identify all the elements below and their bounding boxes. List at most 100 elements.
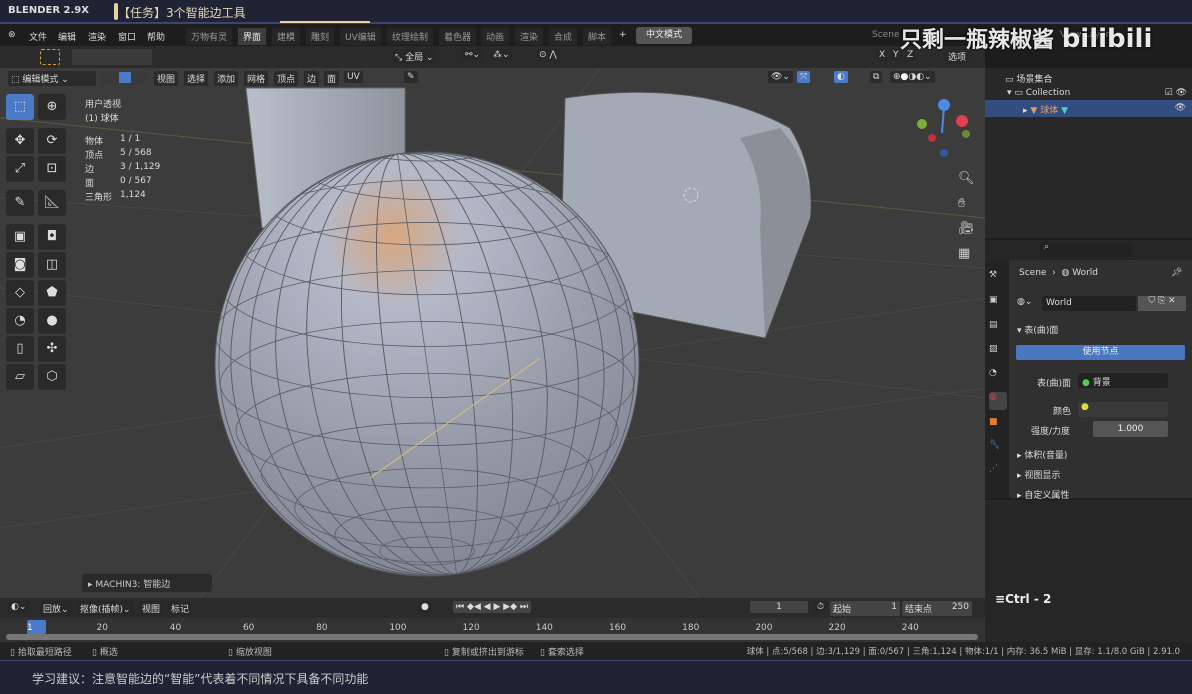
edge-slide-tool-icon[interactable]: ▯ [6,336,34,362]
keying-menu[interactable]: 抠像(插帧)⌄ [77,601,134,616]
end-frame-field[interactable]: 结束点 250 [902,601,972,616]
blender-logo-icon[interactable]: ⊛ [8,30,16,40]
smooth-tool-icon[interactable]: ● [38,308,66,334]
pin-icon[interactable]: 📌︎ [1171,268,1182,278]
playback-controls[interactable]: ⏮ ◆◀ ◀ ▶ ▶◆ ⏭ [453,601,532,613]
use-nodes-button[interactable]: 使用节点 [1016,345,1185,360]
stopwatch-icon[interactable]: ⏱ [814,601,828,613]
editor-type-icon[interactable]: ◐⌄ [8,601,30,613]
tab-modeling[interactable]: 建模 [272,28,301,45]
knife-tool-icon[interactable]: ◇ [6,280,34,306]
particles-tab-icon[interactable]: ⋰ [989,464,1007,482]
shear-tool-icon[interactable]: ▱ [6,364,34,390]
select-mode-toggle[interactable] [100,71,146,86]
poly-build-tool-icon[interactable]: ⬟ [38,280,66,306]
rip-tool-icon[interactable]: ⬡ [38,364,66,390]
strength-field[interactable]: 1.000 [1093,421,1168,437]
xray-icon[interactable]: ⧉ [870,71,883,83]
extrude-tool-icon[interactable]: ▣ [6,224,34,250]
select-tool-icon[interactable] [40,49,60,65]
select-mode-buttons[interactable] [72,49,152,65]
world-tab-icon[interactable]: ◍ [989,392,1007,410]
start-frame-field[interactable]: 起始 1 [830,601,900,616]
scale-tool-icon[interactable]: ⤢ [6,156,34,182]
snap-icon[interactable]: ⁂⌄ [490,49,513,61]
tab-workspace[interactable]: 万物有灵 [186,28,233,45]
pivot-icon[interactable]: ⚯⌄ [462,49,484,61]
volume-panel[interactable]: ▸ 体积(音量) [1017,448,1067,461]
tab-layout[interactable]: 界面 [238,28,267,45]
timeline[interactable]: 1 20 40 60 80 100 120 140 160 180 200 220 240 [0,618,985,642]
annotate-tool-icon[interactable]: ✎ [6,190,34,216]
tab-texture-paint[interactable]: 纹理绘制 [387,28,434,45]
spin-tool-icon[interactable]: ◔ [6,308,34,334]
modifier-tab-icon[interactable]: 🔧︎ [989,440,1007,458]
output-tab-icon[interactable]: ▤ [989,320,1007,338]
move-tool-icon[interactable]: ✥ [6,128,34,154]
inset-tool-icon[interactable]: ◘ [38,224,66,250]
render-tab-icon[interactable]: ▣ [989,295,1007,313]
visibility-icon[interactable]: 👁︎⌄ [768,71,793,83]
scene-tab-icon[interactable]: ◔ [989,368,1007,386]
current-frame-field[interactable]: 1 [750,601,808,613]
shrink-fatten-tool-icon[interactable]: ✣ [38,336,66,362]
menu-edit[interactable]: 编辑 [58,30,76,43]
record-button[interactable]: ● [418,601,432,613]
proportional-edit-icon[interactable]: ⊙ ⋀ [536,49,560,61]
eyedropper-icon[interactable]: ✎ [404,71,418,83]
tool-tab-icon[interactable]: ⚒ [989,270,1007,288]
overlay-toggle-icon[interactable]: ◐ [834,71,848,83]
gizmo-toggle-icon[interactable]: ⤧ [797,71,811,83]
view-layer-tab-icon[interactable]: ▨ [989,344,1007,362]
mode-dropdown[interactable]: ⬚ 编辑模式 ⌄ [8,71,96,86]
world-selector-icon[interactable]: ◍⌄ [1017,297,1032,307]
world-actions[interactable]: ⛉ ⎘ ✕ [1138,296,1186,311]
cursor-tool-icon[interactable]: ⊕ [38,94,66,120]
menu-view[interactable]: 视图 [154,71,179,86]
transform-tool-icon[interactable]: ⊡ [38,156,66,182]
world-name-field[interactable]: World [1042,296,1136,311]
menu-face[interactable]: 面 [324,71,340,86]
outliner-scene-collection[interactable]: ▭ 场景集合 [1005,72,1052,85]
color-field[interactable]: ● [1078,402,1168,417]
tab-animation[interactable]: 动画 [481,28,510,45]
menu-file[interactable]: 文件 [29,30,47,43]
menu-help[interactable]: 帮助 [147,30,165,43]
transform-orientation-dropdown[interactable]: ⤡ 全局 ⌄ [392,49,437,64]
measure-tool-icon[interactable]: 📐︎ [38,190,66,216]
add-workspace-button[interactable]: + [619,30,627,40]
viewport-nav-icons[interactable]: 🔍︎ ✋︎ 🎥︎ ▦ [958,166,975,266]
menu-add[interactable]: 添加 [214,71,239,86]
viewport-display-panel[interactable]: ▸ 视图显示 [1017,468,1060,481]
tab-sculpting[interactable]: 雕刻 [306,28,335,45]
last-operator-panel[interactable]: ▸ MACHIN3: 智能边 [82,574,212,592]
object-tab-icon[interactable]: ■ [989,417,1007,435]
bevel-tool-icon[interactable]: ◙ [6,252,34,278]
timeline-view-menu[interactable]: 视图 [139,601,164,616]
3d-viewport[interactable]: 用户透视 (1) 球体 物体 1 / 1 顶点 5 / 568 边 3 / 1,129 面 0… [0,68,985,598]
outliner-object-sphere[interactable]: ▸ ▼ 球体 ▼ 👁︎ [985,100,1192,117]
timeline-scrollbar[interactable] [6,634,978,640]
scene-selector[interactable]: Scene [872,30,899,40]
shading-mode-icons[interactable]: ⊕●◑◐⌄ [890,71,935,83]
playback-menu[interactable]: 回放⌄ [40,601,72,616]
outliner-collection[interactable]: ▾ ▭ Collection ☑ 👁︎ [1007,88,1187,98]
surface-panel-header[interactable]: ▾ 表(曲)面 [1017,323,1058,336]
loop-cut-tool-icon[interactable]: ◫ [38,252,66,278]
surface-shader-field[interactable]: ● 背景 [1078,373,1168,388]
mirror-x[interactable]: X [876,49,889,61]
menu-uv[interactable]: UV [344,71,363,83]
menu-render[interactable]: 渲染 [88,30,106,43]
properties-search[interactable]: ⌕ [1040,242,1132,257]
marker-menu[interactable]: 标记 [168,601,193,616]
tab-uv[interactable]: UV编辑 [340,28,381,45]
tab-rendering[interactable]: 渲染 [515,28,544,45]
tab-scripting[interactable]: 脚本 [583,28,612,45]
rotate-tool-icon[interactable]: ⟳ [38,128,66,154]
menu-vertex[interactable]: 顶点 [274,71,299,86]
menu-select[interactable]: 选择 [184,71,209,86]
language-button[interactable]: 中文模式 [636,27,692,44]
tab-compositing[interactable]: 合成 [549,28,578,45]
menu-edge[interactable]: 边 [304,71,320,86]
select-box-tool-icon[interactable]: ⬚ [6,94,34,120]
